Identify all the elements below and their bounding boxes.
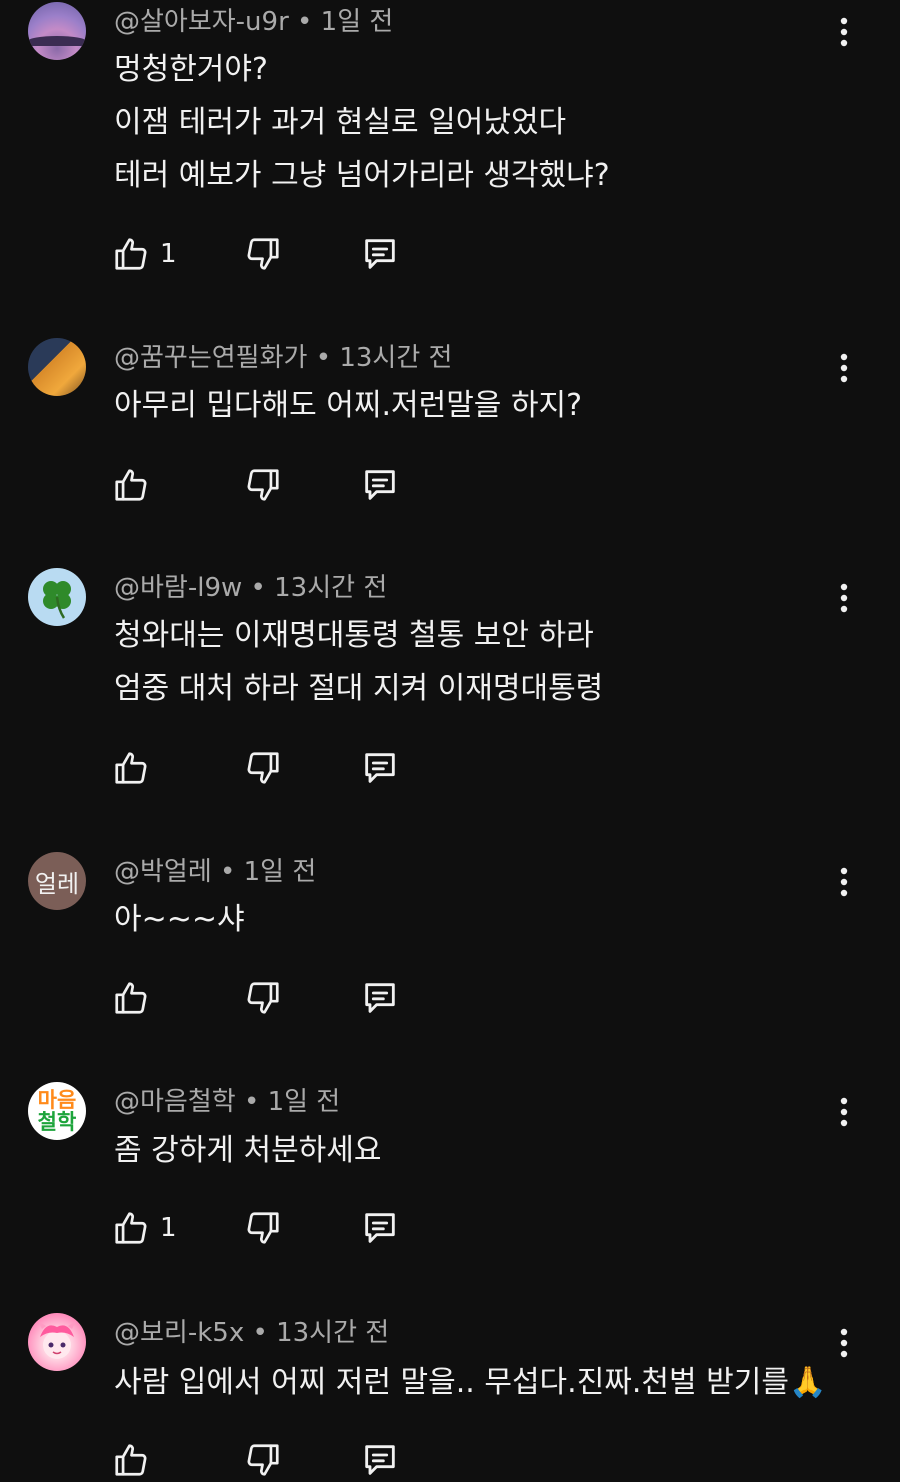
reply-button[interactable] xyxy=(360,1208,400,1248)
author-name[interactable]: @바람-l9w xyxy=(114,573,242,603)
more-vert-icon[interactable] xyxy=(828,16,860,48)
reply-button[interactable] xyxy=(360,748,400,788)
comment-text: 멍청한거야? xyxy=(114,52,268,87)
comment-text: 아무리 밉다해도 어찌.저런말을 하지? xyxy=(114,388,583,423)
like-button[interactable] xyxy=(111,465,151,505)
avatar-text: 마음 xyxy=(37,1088,77,1112)
avatar[interactable] xyxy=(28,1313,86,1371)
comment-text: 사람 입에서 어찌 저런 말을.. 무섭다.진짜.천벌 받기를🙏 xyxy=(114,1365,827,1400)
comment-actions xyxy=(0,978,900,1018)
thumbs-down-icon xyxy=(244,979,282,1017)
comment-time[interactable]: 1일 전 xyxy=(268,1087,341,1117)
dislike-button[interactable] xyxy=(243,1440,283,1480)
reply-comment-icon xyxy=(360,1440,400,1480)
like-button[interactable] xyxy=(111,978,151,1018)
comment-time[interactable]: 1일 전 xyxy=(244,857,317,887)
more-vert-icon[interactable] xyxy=(828,1327,860,1359)
meta-separator: • xyxy=(220,857,236,887)
comment-meta: @마음철학 • 1일 전 xyxy=(114,1082,340,1122)
meta-separator: • xyxy=(315,343,332,373)
comment-meta: @보리-k5x • 13시간 전 xyxy=(114,1313,389,1353)
comment-text: 아~~~샤 xyxy=(114,902,245,937)
like-count: 1 xyxy=(160,239,177,269)
author-name[interactable]: @마음철학 xyxy=(114,1087,236,1117)
more-vert-icon[interactable] xyxy=(828,1096,860,1128)
thumbs-up-icon xyxy=(112,1209,150,1247)
like-count: 1 xyxy=(160,1213,177,1243)
comment-actions xyxy=(0,748,900,788)
dislike-button[interactable] xyxy=(243,978,283,1018)
author-name[interactable]: @꿈꾸는연필화가 xyxy=(114,343,307,373)
dislike-button[interactable] xyxy=(243,1208,283,1248)
comment-actions xyxy=(0,465,900,505)
thumbs-down-icon xyxy=(244,1441,282,1479)
reply-comment-icon xyxy=(360,465,400,505)
comment-text: 청와대는 이재명대통령 철통 보안 하라 xyxy=(114,618,594,653)
comment-text: 좀 강하게 처분하세요 xyxy=(114,1133,382,1168)
thumbs-up-icon xyxy=(112,466,150,504)
reply-comment-icon xyxy=(360,234,400,274)
comment-text: 이잼 테러가 과거 현실로 일어났었다 xyxy=(114,105,567,140)
thumbs-down-icon xyxy=(244,466,282,504)
comment-actions xyxy=(0,1440,900,1480)
reply-comment-icon xyxy=(360,1208,400,1248)
avatar[interactable]: 마음 철학 xyxy=(28,1082,86,1140)
thumbs-down-icon xyxy=(244,235,282,273)
avatar[interactable]: 얼레 xyxy=(28,852,86,910)
thumbs-down-icon xyxy=(244,749,282,787)
more-vert-icon[interactable] xyxy=(828,866,860,898)
more-vert-icon[interactable] xyxy=(828,352,860,384)
meta-separator: • xyxy=(252,1318,268,1348)
dislike-button[interactable] xyxy=(243,748,283,788)
like-button[interactable] xyxy=(111,748,151,788)
reply-comment-icon xyxy=(360,978,400,1018)
comment-meta: @박얼레 • 1일 전 xyxy=(114,852,316,892)
meta-separator: • xyxy=(243,1087,260,1117)
meta-separator: • xyxy=(250,573,266,603)
comment-text: 엄중 대처 하라 절대 지켜 이재명대통령 xyxy=(114,671,604,706)
avatar-text: 철학 xyxy=(37,1110,77,1134)
like-button[interactable] xyxy=(111,234,151,274)
reply-comment-icon xyxy=(360,748,400,788)
reply-button[interactable] xyxy=(360,465,400,505)
thumbs-up-icon xyxy=(112,749,150,787)
reply-button[interactable] xyxy=(360,1440,400,1480)
thumbs-up-icon xyxy=(112,1441,150,1479)
meta-separator: • xyxy=(297,7,313,37)
avatar[interactable] xyxy=(28,338,86,396)
comment-meta: @살아보자-u9r • 1일 전 xyxy=(114,2,393,42)
comment-time[interactable]: 13시간 전 xyxy=(276,1318,389,1348)
author-name[interactable]: @살아보자-u9r xyxy=(114,7,289,37)
avatar-text: 얼레 xyxy=(34,869,80,898)
avatar[interactable] xyxy=(28,568,86,626)
comment-time[interactable]: 13시간 전 xyxy=(339,343,452,373)
comment-meta: @바람-l9w • 13시간 전 xyxy=(114,568,387,608)
thumbs-up-icon xyxy=(112,979,150,1017)
comment-text: 테러 예보가 그냥 넘어가리라 생각했냐? xyxy=(114,158,610,193)
anime-character-icon xyxy=(32,1317,82,1367)
comment-actions: 1 xyxy=(0,234,900,274)
more-vert-icon[interactable] xyxy=(828,582,860,614)
thumbs-down-icon xyxy=(244,1209,282,1247)
comment-time[interactable]: 13시간 전 xyxy=(274,573,387,603)
dislike-button[interactable] xyxy=(243,465,283,505)
clover-icon xyxy=(34,574,80,620)
like-button[interactable] xyxy=(111,1208,151,1248)
dislike-button[interactable] xyxy=(243,234,283,274)
author-name[interactable]: @박얼레 xyxy=(114,857,212,887)
like-button[interactable] xyxy=(111,1440,151,1480)
avatar[interactable] xyxy=(28,2,86,60)
comment-time[interactable]: 1일 전 xyxy=(321,7,394,37)
thumbs-up-icon xyxy=(112,235,150,273)
comment-actions: 1 xyxy=(0,1208,900,1248)
author-name[interactable]: @보리-k5x xyxy=(114,1318,244,1348)
reply-button[interactable] xyxy=(360,978,400,1018)
comment-meta: @꿈꾸는연필화가 • 13시간 전 xyxy=(114,338,452,378)
reply-button[interactable] xyxy=(360,234,400,274)
